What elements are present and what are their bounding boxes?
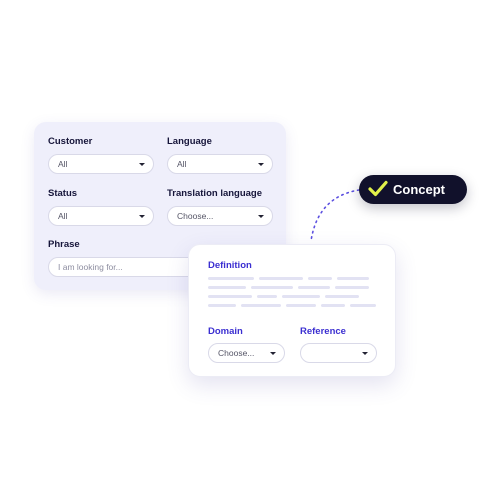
translation-language-select[interactable]: Choose... — [167, 206, 273, 226]
check-icon — [368, 180, 388, 197]
definition-label: Definition — [208, 260, 252, 271]
text-placeholder-line — [208, 277, 254, 280]
text-placeholder-line — [282, 295, 320, 298]
text-placeholder-line — [241, 304, 281, 307]
language-select[interactable]: All — [167, 154, 273, 174]
domain-select-value: Choose... — [218, 348, 255, 358]
chevron-down-icon — [139, 163, 145, 166]
status-label: Status — [48, 188, 78, 199]
chevron-down-icon — [139, 215, 145, 218]
concept-card: Definition Domain Choose... Reference — [188, 244, 396, 377]
status-select-value: All — [58, 211, 68, 221]
chevron-down-icon — [362, 352, 368, 355]
customer-select[interactable]: All — [48, 154, 154, 174]
chevron-down-icon — [258, 163, 264, 166]
text-placeholder-line — [208, 304, 236, 307]
phrase-label: Phrase — [48, 239, 80, 250]
chevron-down-icon — [258, 215, 264, 218]
text-placeholder-line — [325, 295, 359, 298]
text-placeholder-line — [251, 286, 293, 289]
reference-label: Reference — [300, 326, 346, 337]
translation-language-select-value: Choose... — [177, 211, 214, 221]
domain-label: Domain — [208, 326, 243, 337]
customer-select-value: All — [58, 159, 68, 169]
chevron-down-icon — [270, 352, 276, 355]
text-placeholder-line — [259, 277, 303, 280]
text-placeholder-line — [257, 295, 277, 298]
concept-label: Concept — [393, 182, 445, 197]
text-placeholder-line — [208, 295, 252, 298]
customer-label: Customer — [48, 136, 93, 147]
domain-select[interactable]: Choose... — [208, 343, 285, 363]
translation-language-label: Translation language — [167, 188, 263, 199]
text-placeholder-line — [298, 286, 330, 289]
concept-badge: Concept — [359, 175, 467, 204]
language-label: Language — [167, 136, 212, 147]
text-placeholder-line — [208, 286, 246, 289]
text-placeholder-line — [335, 286, 369, 289]
text-placeholder-line — [337, 277, 369, 280]
reference-select[interactable] — [300, 343, 377, 363]
text-placeholder-line — [321, 304, 345, 307]
text-placeholder-line — [350, 304, 376, 307]
text-placeholder-line — [286, 304, 316, 307]
dotted-connector — [310, 189, 360, 242]
phrase-input-placeholder: I am looking for... — [58, 262, 123, 272]
language-select-value: All — [177, 159, 187, 169]
status-select[interactable]: All — [48, 206, 154, 226]
text-placeholder-line — [308, 277, 332, 280]
